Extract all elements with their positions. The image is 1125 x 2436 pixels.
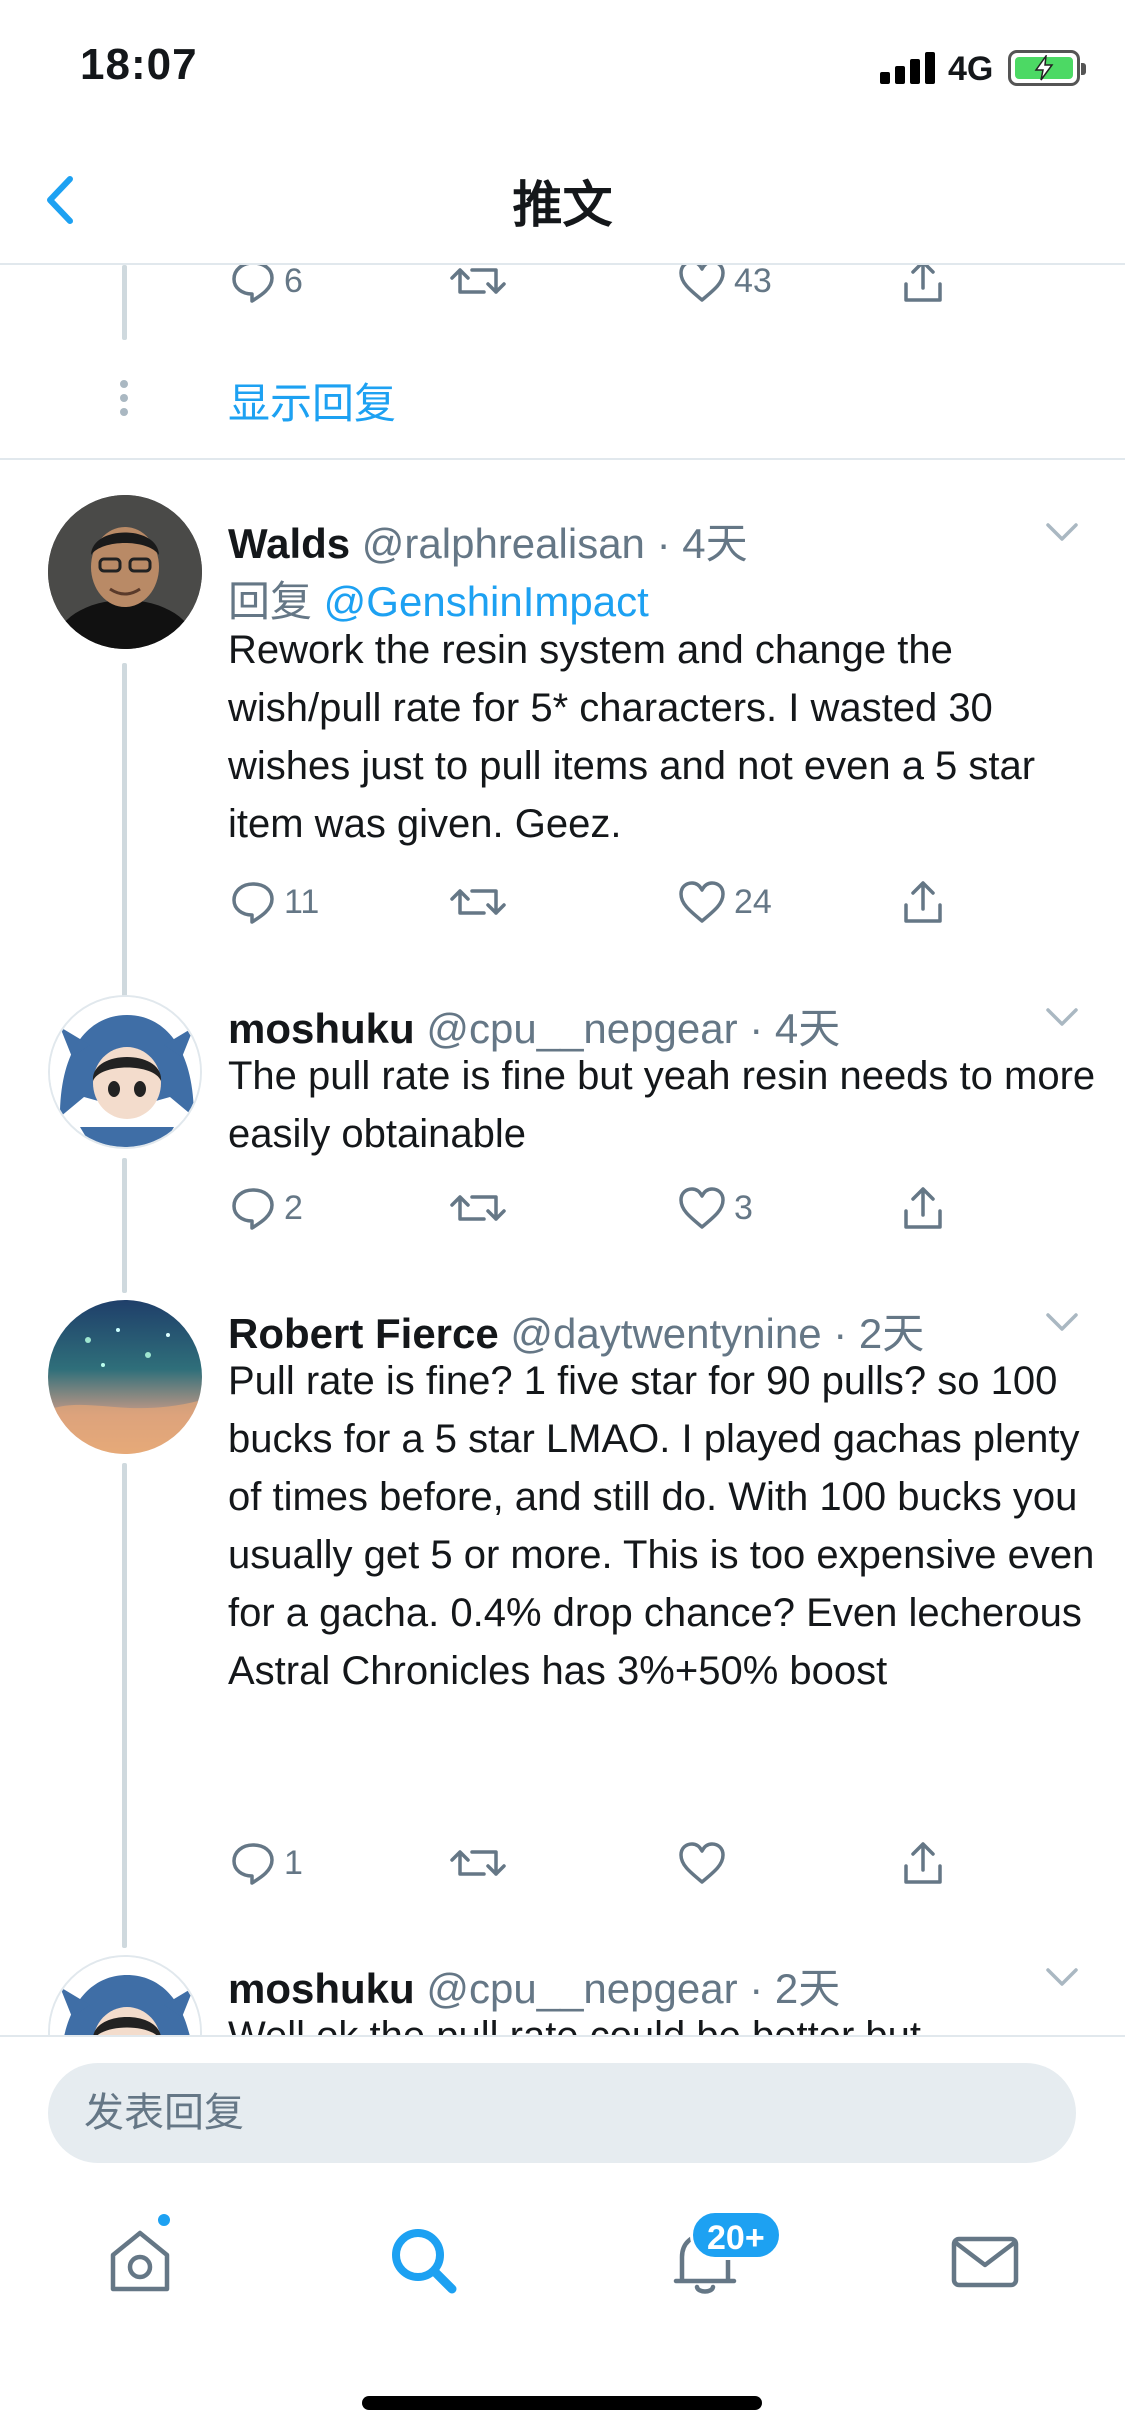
avatar[interactable]	[48, 1955, 202, 2035]
user-handle: @cpu__nepgear	[426, 1965, 738, 2012]
user-handle: @cpu__nepgear	[426, 1005, 738, 1052]
share-button[interactable]	[898, 265, 948, 311]
tab-search[interactable]	[378, 2215, 468, 2305]
reply-to-label: 回复	[228, 578, 324, 625]
tweet-actions: 2 3	[228, 1178, 1068, 1238]
display-name[interactable]: moshuku	[228, 1005, 415, 1052]
tab-home[interactable]	[95, 2211, 185, 2305]
search-icon	[392, 2229, 457, 2294]
retweet-button[interactable]	[448, 265, 508, 311]
reply-count: 1	[284, 1843, 303, 1882]
heart-icon	[679, 881, 725, 923]
retweet-icon	[450, 1195, 506, 1221]
reply-icon	[232, 1188, 274, 1230]
status-bar: 18:07 4G	[0, 0, 1125, 135]
tweet-time: · 2天	[821, 1310, 925, 1357]
tab-messages[interactable]	[940, 2215, 1030, 2305]
tweet-text: Rework the resin system and change the w…	[228, 628, 1036, 846]
tweet-actions: 11 24	[228, 872, 1068, 932]
share-icon	[904, 1187, 942, 1229]
retweet-button[interactable]	[448, 1178, 508, 1238]
display-name[interactable]: Robert Fierce	[228, 1310, 499, 1357]
like-button[interactable]: 24	[676, 872, 772, 932]
retweet-button[interactable]	[448, 872, 508, 932]
status-time: 18:07	[80, 40, 198, 89]
unread-dot	[155, 2211, 173, 2229]
like-count: 43	[734, 265, 772, 300]
like-button[interactable]: 43	[676, 265, 772, 311]
tweet-text: The pull rate is fine but yeah resin nee…	[228, 1054, 1096, 1156]
share-button[interactable]	[898, 872, 948, 932]
chevron-down-icon[interactable]	[1042, 1962, 1082, 1992]
mention-link[interactable]: @GenshinImpact	[324, 578, 649, 625]
thread-line	[122, 265, 127, 340]
reply-count: 11	[284, 882, 320, 921]
reply-icon	[232, 882, 274, 924]
separator	[0, 458, 1125, 460]
thread-line	[122, 1463, 127, 1948]
tweet-actions: 1	[228, 1833, 1068, 1893]
like-button[interactable]: 3	[676, 1178, 753, 1238]
tweet-header: Walds @ralphrealisan · 4天	[228, 510, 1028, 571]
share-icon	[904, 1842, 942, 1884]
share-icon	[904, 265, 942, 302]
reply-button[interactable]: 2	[228, 1178, 303, 1238]
home-indicator	[362, 2396, 762, 2410]
heart-icon	[679, 1187, 725, 1229]
page-title: 推文	[512, 177, 613, 233]
more-dots-icon	[118, 380, 130, 422]
display-name[interactable]: moshuku	[228, 1965, 415, 2012]
tweet-time: · 2天	[737, 1965, 841, 2012]
home-icon	[110, 2230, 170, 2292]
heart-icon	[679, 1842, 725, 1884]
retweet-icon	[450, 889, 506, 915]
avatar[interactable]	[48, 1300, 202, 1454]
reply-input[interactable]	[48, 2063, 1076, 2163]
reply-icon	[232, 265, 274, 303]
tweet-time: · 4天	[644, 520, 748, 567]
composer-bar	[0, 2035, 1125, 2165]
nav-bar: 推文	[0, 135, 1125, 265]
reply-button[interactable]: 6	[228, 265, 303, 311]
thread-line	[122, 663, 127, 998]
retweet-icon	[450, 1850, 506, 1876]
tweet-actions: 6 43	[228, 265, 1068, 311]
chevron-down-icon[interactable]	[1042, 1002, 1082, 1032]
tweet-feed[interactable]: 6 43 显示回复 Walds @ralphrealisan · 4天 回复 @…	[0, 265, 1125, 2035]
tweet-text: Pull rate is fine? 1 five star for 90 pu…	[228, 1359, 1095, 1693]
show-replies-link[interactable]: 显示回复	[228, 370, 396, 431]
reply-count: 2	[284, 1188, 303, 1227]
display-name[interactable]: Walds	[228, 520, 350, 567]
reply-to-line: 回复 @GenshinImpact	[228, 568, 649, 629]
notifications-badge: 20+	[690, 2210, 782, 2260]
share-button[interactable]	[898, 1178, 948, 1238]
retweet-button[interactable]	[448, 1833, 508, 1893]
chevron-down-icon[interactable]	[1042, 1307, 1082, 1337]
user-handle: @daytwentynine	[510, 1310, 822, 1357]
tweet-time: · 4天	[737, 1005, 841, 1052]
signal-icon	[880, 52, 936, 84]
share-icon	[904, 881, 942, 923]
reply-icon	[232, 1843, 274, 1885]
tweet-text: Well ok the pull rate could be better bu…	[228, 2007, 1098, 2035]
retweet-icon	[450, 268, 506, 294]
avatar[interactable]	[48, 495, 202, 649]
user-handle: @ralphrealisan	[361, 520, 645, 567]
battery-icon	[1008, 50, 1086, 86]
like-button[interactable]	[676, 1833, 734, 1893]
thread-line	[122, 1158, 127, 1293]
mail-icon	[951, 2236, 1019, 2288]
reply-button[interactable]: 11	[228, 872, 319, 932]
chevron-down-icon[interactable]	[1042, 517, 1082, 547]
network-type: 4G	[948, 50, 994, 88]
reply-count: 6	[284, 265, 303, 300]
avatar[interactable]	[48, 995, 202, 1149]
reply-button[interactable]: 1	[228, 1833, 303, 1893]
like-count: 24	[734, 882, 772, 921]
like-count: 3	[734, 1188, 753, 1227]
share-button[interactable]	[898, 1833, 948, 1893]
heart-icon	[679, 265, 725, 302]
